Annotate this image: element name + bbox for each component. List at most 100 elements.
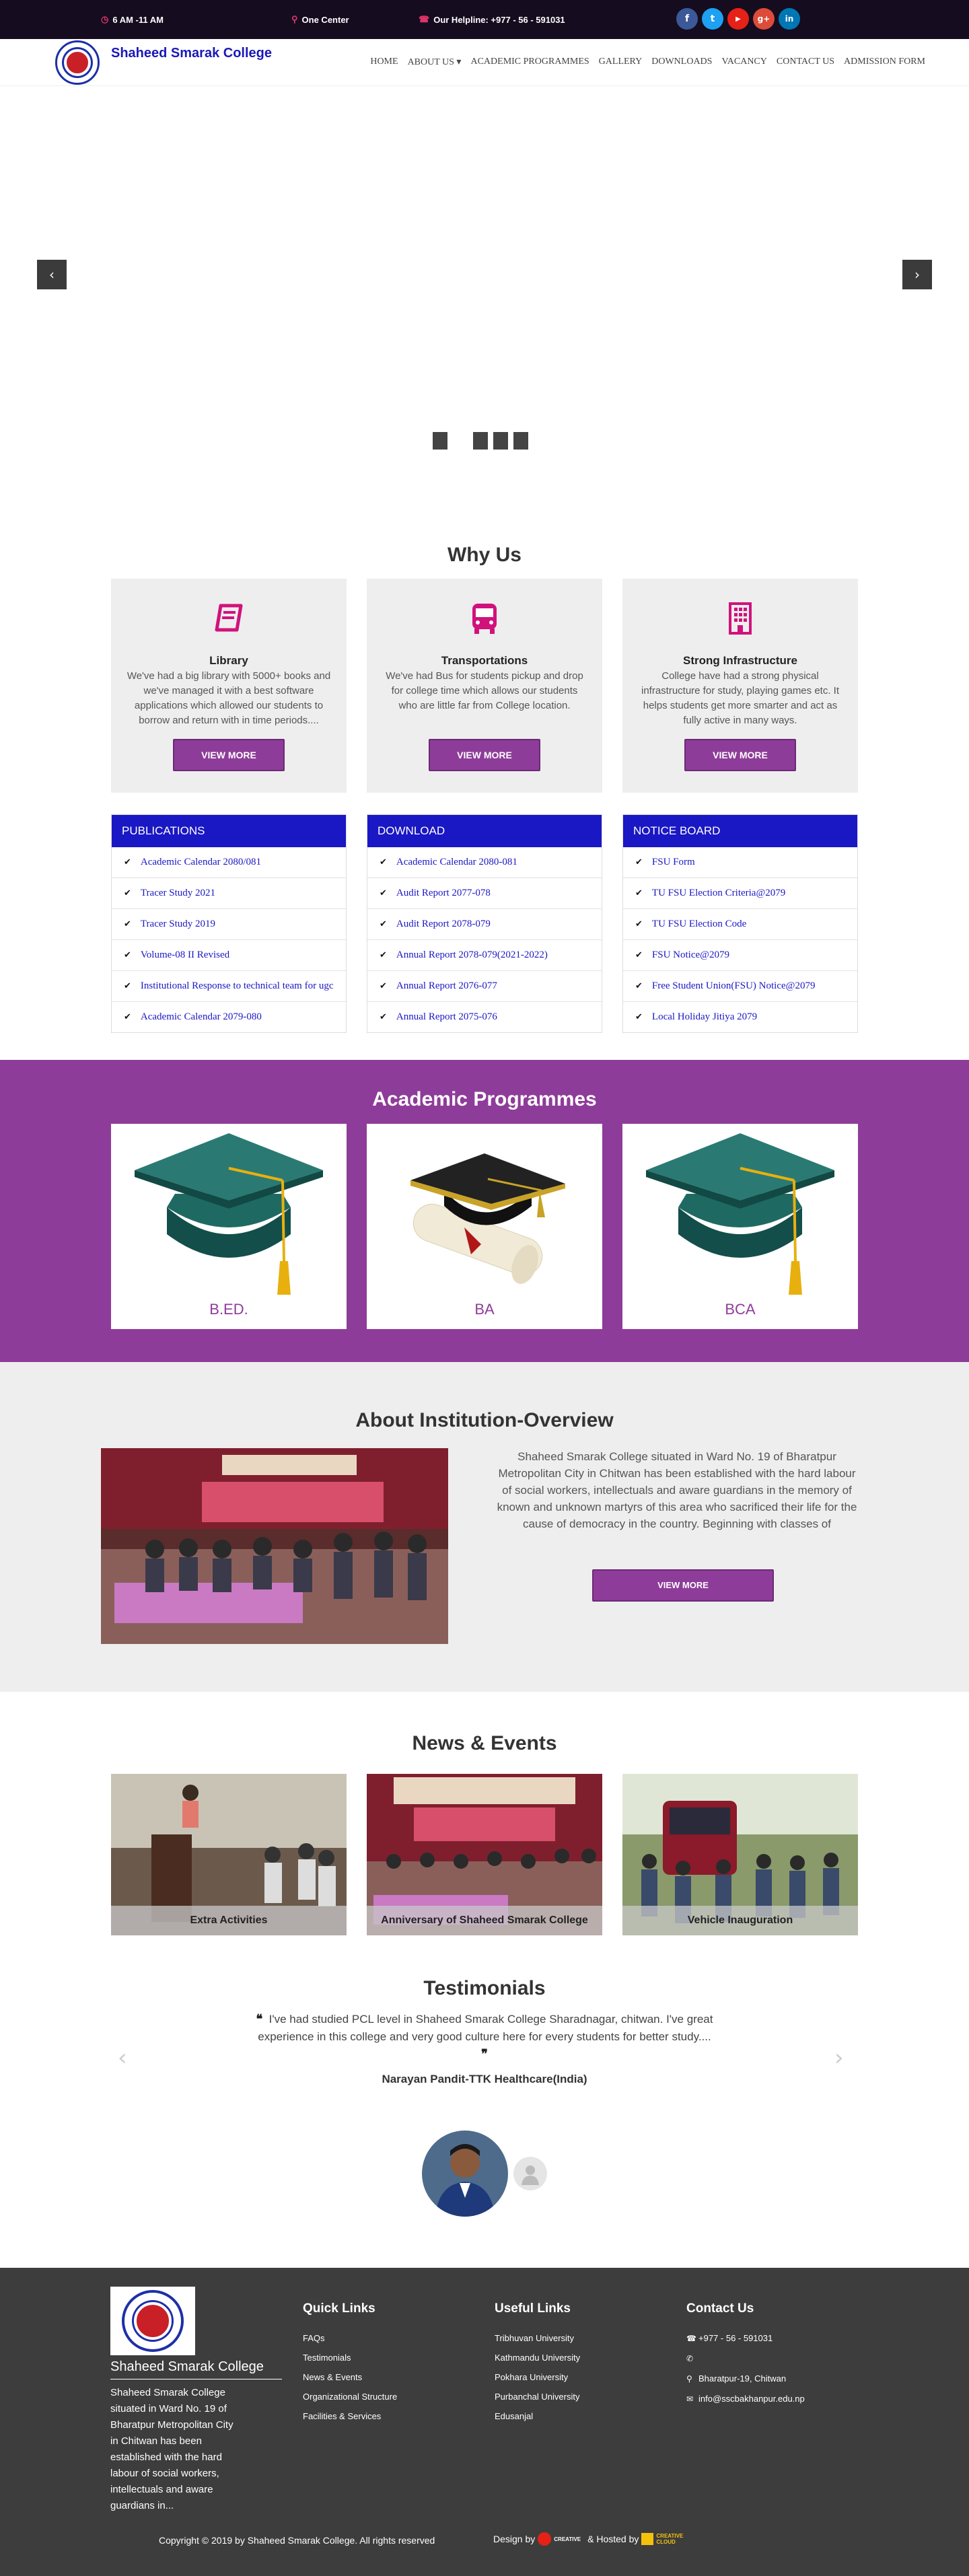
list-item-label[interactable]: Annual Report 2075-076 xyxy=(396,1011,497,1022)
about-text: Shaheed Smarak College situated in Ward … xyxy=(497,1450,857,1530)
list-item[interactable]: ✔ Free Student Union(FSU) Notice@2079 xyxy=(623,971,857,1002)
program-card-ba[interactable]: BA xyxy=(367,1124,602,1329)
footer-link[interactable]: Organizational Structure xyxy=(303,2387,397,2406)
list-item[interactable]: ✔ Local Holiday Jitiya 2079 xyxy=(623,1002,857,1032)
list-item-label[interactable]: Annual Report 2078-079(2021-2022) xyxy=(396,950,548,960)
nav-downloads[interactable]: DOWNLOADS xyxy=(651,57,712,68)
testimonial-next-button[interactable]: › xyxy=(834,2044,844,2071)
list-item-label[interactable]: Tracer Study 2019 xyxy=(141,919,215,929)
list-item-label[interactable]: FSU Form xyxy=(652,857,695,867)
list-item[interactable]: ✔ Academic Calendar 2080/081 xyxy=(112,847,346,878)
youtube-icon[interactable]: ▶ xyxy=(727,8,749,30)
slider-dot[interactable] xyxy=(473,432,488,450)
list-item-label[interactable]: Free Student Union(FSU) Notice@2079 xyxy=(652,980,816,991)
news-card[interactable]: Anniversary of Shaheed Smarak College xyxy=(367,1774,602,1935)
footer-link[interactable]: Testimonials xyxy=(303,2348,397,2367)
avatar[interactable] xyxy=(513,2157,547,2190)
list-item-label[interactable]: Academic Calendar 2080/081 xyxy=(141,857,261,867)
list-item-label[interactable]: Audit Report 2077-078 xyxy=(396,888,491,898)
contact-email[interactable]: ✉ info@sscbakhanpur.edu.np xyxy=(686,2389,805,2409)
list-item[interactable]: ✔ Audit Report 2078-079 xyxy=(367,909,602,940)
transport-view-more-button[interactable]: VIEW MORE xyxy=(429,739,540,771)
news-caption[interactable]: Anniversary of Shaheed Smarak College xyxy=(367,1906,602,1935)
list-item-label[interactable]: Tracer Study 2021 xyxy=(141,888,215,898)
why-card-text: College have had a strong physical infra… xyxy=(641,670,840,726)
list-item-label[interactable]: Academic Calendar 2079-080 xyxy=(141,1011,262,1022)
list-item-label[interactable]: Annual Report 2076-077 xyxy=(396,980,497,991)
nav-contact-us[interactable]: CONTACT US xyxy=(777,57,834,68)
linkedin-icon[interactable]: in xyxy=(779,8,800,30)
google-plus-icon[interactable]: g+ xyxy=(753,8,775,30)
news-card[interactable]: Vehicle Inauguration xyxy=(622,1774,858,1935)
list-item[interactable]: ✔ Tracer Study 2019 xyxy=(112,909,346,940)
list-item[interactable]: ✔ Academic Calendar 2079-080 xyxy=(112,1002,346,1032)
designer-name[interactable]: CREATIVE xyxy=(554,2536,581,2542)
list-item[interactable]: ✔ Annual Report 2076-077 xyxy=(367,971,602,1002)
slider-dot[interactable] xyxy=(433,432,447,450)
nav-academic-programmes[interactable]: ACADEMIC PROGRAMMES xyxy=(470,57,589,68)
footer-link[interactable]: FAQs xyxy=(303,2328,397,2348)
footer-link[interactable]: Pokhara University xyxy=(495,2367,580,2387)
list-item[interactable]: ✔ TU FSU Election Criteria@2079 xyxy=(623,878,857,909)
slider-prev-button[interactable]: ‹ xyxy=(37,260,67,289)
infrastructure-view-more-button[interactable]: VIEW MORE xyxy=(684,739,796,771)
list-item-label[interactable]: TU FSU Election Code xyxy=(652,919,746,929)
program-label[interactable]: BA xyxy=(367,1301,602,1318)
list-item[interactable]: ✔ Audit Report 2077-078 xyxy=(367,878,602,909)
footer-logo[interactable] xyxy=(110,2287,195,2355)
slider-next-button[interactable]: › xyxy=(902,260,932,289)
list-item[interactable]: ✔ Academic Calendar 2080-081 xyxy=(367,847,602,878)
list-item[interactable]: ✔ Tracer Study 2021 xyxy=(112,878,346,909)
list-item-label[interactable]: Institutional Response to technical team… xyxy=(141,980,334,991)
footer-link[interactable]: News & Events xyxy=(303,2367,397,2387)
library-view-more-button[interactable]: VIEW MORE xyxy=(173,739,285,771)
slider-dot-active[interactable] xyxy=(453,432,468,450)
news-card[interactable]: Extra Activities xyxy=(111,1774,347,1935)
nav-gallery[interactable]: GALLERY xyxy=(599,57,643,68)
list-item-label[interactable]: Local Holiday Jitiya 2079 xyxy=(652,1011,757,1022)
list-item[interactable]: ✔ FSU Form xyxy=(623,847,857,878)
about-view-more-button[interactable]: VIEW MORE xyxy=(592,1569,774,1602)
footer-link[interactable]: Facilities & Services xyxy=(303,2406,397,2426)
slider-dot[interactable] xyxy=(493,432,508,450)
footer-link[interactable]: Purbanchal University xyxy=(495,2387,580,2406)
host-name[interactable]: CREATIVE CLOUD xyxy=(656,2533,686,2545)
list-item[interactable]: ✔ FSU Notice@2079 xyxy=(623,940,857,971)
list-item-label[interactable]: Volume-08 II Revised xyxy=(141,950,229,960)
contact-value[interactable]: info@sscbakhanpur.edu.np xyxy=(698,2394,805,2404)
footer-link[interactable]: Tribhuvan University xyxy=(495,2328,580,2348)
twitter-icon[interactable]: t xyxy=(702,8,723,30)
list-item-label[interactable]: Academic Calendar 2080-081 xyxy=(396,857,517,867)
list-item-label[interactable]: FSU Notice@2079 xyxy=(652,950,729,960)
news-caption[interactable]: Vehicle Inauguration xyxy=(622,1906,858,1935)
testimonials-title: Testimonials xyxy=(423,1977,546,1999)
list-item[interactable]: ✔ Volume-08 II Revised xyxy=(112,940,346,971)
college-logo[interactable] xyxy=(55,40,100,85)
list-item-label[interactable]: TU FSU Election Criteria@2079 xyxy=(652,888,785,898)
program-card-bca[interactable]: BCA xyxy=(622,1124,858,1329)
program-card-bed[interactable]: B.ED. xyxy=(111,1124,347,1329)
footer-link[interactable]: Kathmandu University xyxy=(495,2348,580,2367)
news-caption[interactable]: Extra Activities xyxy=(111,1906,347,1935)
list-item[interactable]: ✔ Annual Report 2078-079(2021-2022) xyxy=(367,940,602,971)
list-item[interactable]: ✔ Institutional Response to technical tea… xyxy=(112,971,346,1002)
testimonial-prev-button[interactable]: ‹ xyxy=(118,2044,127,2071)
creative-logo-icon[interactable] xyxy=(538,2532,552,2546)
nav-about-us[interactable]: ABOUT US ▾ xyxy=(408,57,462,68)
slider-dot[interactable] xyxy=(513,432,528,450)
contact-address: ⚲ Bharatpur-19, Chitwan xyxy=(686,2369,805,2389)
nav-home[interactable]: HOME xyxy=(370,57,398,68)
list-item[interactable]: ✔ Annual Report 2075-076 xyxy=(367,1002,602,1032)
nav-admission-form[interactable]: ADMISSION FORM xyxy=(844,57,925,68)
avatar[interactable] xyxy=(422,2131,508,2217)
list-item-label[interactable]: Audit Report 2078-079 xyxy=(396,919,491,929)
brand-name[interactable]: Shaheed Smarak College xyxy=(111,46,272,61)
creative-cloud-logo-icon[interactable] xyxy=(641,2533,654,2545)
footer-link[interactable]: Edusanjal xyxy=(495,2406,580,2426)
building-icon xyxy=(725,600,756,637)
facebook-icon[interactable]: f xyxy=(676,8,698,30)
nav-vacancy[interactable]: VACANCY xyxy=(721,57,766,68)
program-label[interactable]: B.ED. xyxy=(111,1301,347,1318)
program-label[interactable]: BCA xyxy=(622,1301,858,1318)
list-item[interactable]: ✔ TU FSU Election Code xyxy=(623,909,857,940)
